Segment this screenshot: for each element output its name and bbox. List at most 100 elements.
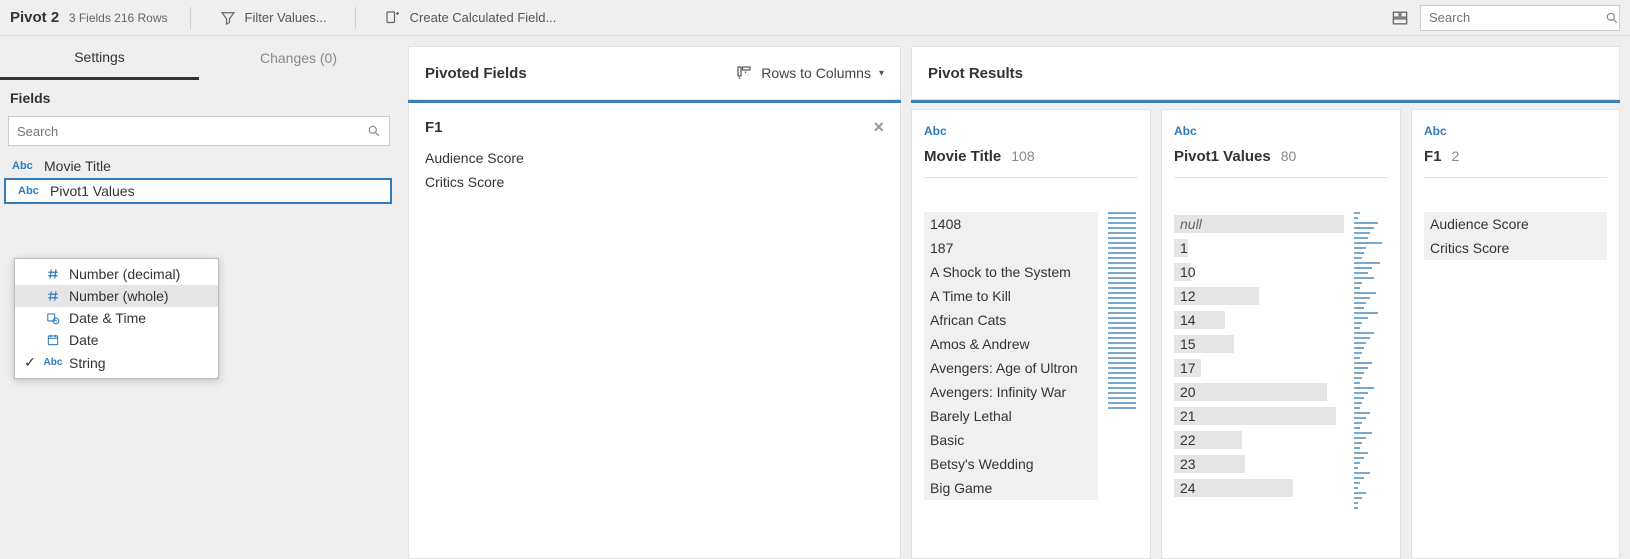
card-type-abc: Abc xyxy=(1174,124,1388,138)
value-bar[interactable]: 15 xyxy=(1174,332,1344,356)
value-bar[interactable]: 24 xyxy=(1174,476,1344,500)
result-card-f1[interactable]: Abc F1 2 Audience ScoreCritics Score xyxy=(1411,109,1620,559)
fields-search[interactable] xyxy=(8,116,390,146)
number-icon xyxy=(45,288,61,304)
field-row[interactable]: Abc Movie Title xyxy=(0,154,398,178)
value-item[interactable]: 187 xyxy=(924,236,1098,260)
pivot-direction-label: Rows to Columns xyxy=(761,65,871,81)
value-item[interactable]: Big Game xyxy=(924,476,1098,500)
result-card-movie-title[interactable]: Abc Movie Title 108 1408187A Shock to th… xyxy=(911,109,1151,559)
value-item[interactable]: Amos & Andrew xyxy=(924,332,1098,356)
card-count: 2 xyxy=(1452,148,1460,164)
create-calc-button[interactable]: Create Calculated Field... xyxy=(378,5,563,31)
datatype-option-label: Number (decimal) xyxy=(69,266,180,282)
pivot-field-value[interactable]: Audience Score xyxy=(425,146,884,170)
datatype-option-label: Date xyxy=(69,332,99,348)
value-bar[interactable]: 17 xyxy=(1174,356,1344,380)
datatype-option-date[interactable]: Date xyxy=(15,329,218,351)
close-icon[interactable]: × xyxy=(873,117,884,138)
search-icon xyxy=(1605,11,1619,25)
value-item[interactable]: Betsy's Wedding xyxy=(924,452,1098,476)
toolbar-separator xyxy=(355,7,356,29)
filter-values-button[interactable]: Filter Values... xyxy=(213,5,333,31)
check-icon: ✓ xyxy=(23,354,37,371)
card-divider xyxy=(1174,177,1388,178)
value-item[interactable]: Avengers: Infinity War xyxy=(924,380,1098,404)
chevron-down-icon: ▾ xyxy=(879,68,884,79)
value-item[interactable]: A Time to Kill xyxy=(924,284,1098,308)
toolbar-separator xyxy=(190,7,191,29)
card-divider xyxy=(924,177,1138,178)
value-bar[interactable]: 20 xyxy=(1174,380,1344,404)
datatype-option-label: String xyxy=(69,355,106,371)
datatype-option-datetime[interactable]: Date & Time xyxy=(15,307,218,329)
datetime-icon xyxy=(45,310,61,326)
pivot-direction-selector[interactable]: Rows to Columns ▾ xyxy=(735,64,884,82)
card-type-abc: Abc xyxy=(1424,124,1607,138)
card-count: 108 xyxy=(1011,148,1034,164)
global-search-input[interactable] xyxy=(1429,10,1605,25)
number-icon xyxy=(45,266,61,282)
value-bar[interactable]: 21 xyxy=(1174,404,1344,428)
filter-values-label: Filter Values... xyxy=(245,10,327,25)
value-bar[interactable]: 14 xyxy=(1174,308,1344,332)
type-abc-icon: Abc xyxy=(18,185,40,197)
sidebar: Settings Changes (0) Fields Abc Movie Ti… xyxy=(0,36,398,559)
pivot-field-value[interactable]: Critics Score xyxy=(425,170,884,194)
global-search[interactable] xyxy=(1420,5,1620,31)
card-divider xyxy=(1424,177,1607,178)
card-title: Movie Title xyxy=(924,148,1001,165)
fields-header: Fields xyxy=(0,80,398,112)
datatype-option-decimal[interactable]: Number (decimal) xyxy=(15,263,218,285)
value-item[interactable]: Critics Score xyxy=(1424,236,1607,260)
field-row-selected[interactable]: Abc Pivot1 Values xyxy=(4,178,392,204)
fields-search-input[interactable] xyxy=(17,124,367,139)
pivot-results-panel: Pivot Results Abc Movie Title 108 140818… xyxy=(911,46,1620,559)
string-icon: Abc xyxy=(45,355,61,371)
result-card-pivot1-values[interactable]: Abc Pivot1 Values 80 null110121415172021… xyxy=(1161,109,1401,559)
filter-icon xyxy=(219,9,237,27)
tab-changes[interactable]: Changes (0) xyxy=(199,36,398,80)
value-bar[interactable]: 22 xyxy=(1174,428,1344,452)
view-toggle-icon[interactable] xyxy=(1390,8,1410,28)
create-calc-label: Create Calculated Field... xyxy=(410,10,557,25)
field-label: Movie Title xyxy=(44,158,111,174)
value-item[interactable]: Avengers: Age of Ultron xyxy=(924,356,1098,380)
top-toolbar: Pivot 2 3 Fields 216 Rows Filter Values.… xyxy=(0,0,1630,36)
card-title: F1 xyxy=(1424,148,1442,165)
search-icon xyxy=(367,124,381,138)
pivoted-fields-panel: Pivoted Fields Rows to Columns ▾ F1 × Au… xyxy=(408,46,901,559)
pivot-field-group[interactable]: F1 × xyxy=(425,117,884,146)
value-item[interactable]: A Shock to the System xyxy=(924,260,1098,284)
card-count: 80 xyxy=(1281,148,1297,164)
field-label: Pivot1 Values xyxy=(50,183,135,199)
type-abc-icon: Abc xyxy=(12,160,34,172)
sidebar-tabs: Settings Changes (0) xyxy=(0,36,398,80)
value-bar[interactable]: 23 xyxy=(1174,452,1344,476)
pivot-direction-icon xyxy=(735,64,753,82)
value-item[interactable]: Audience Score xyxy=(1424,212,1607,236)
datatype-menu[interactable]: Number (decimal) Number (whole) Date & T… xyxy=(14,258,219,379)
value-item[interactable]: 1408 xyxy=(924,212,1098,236)
value-bar[interactable]: 12 xyxy=(1174,284,1344,308)
pivot-results-title: Pivot Results xyxy=(928,65,1603,82)
value-bar[interactable]: 10 xyxy=(1174,260,1344,284)
value-bar[interactable]: 1 xyxy=(1174,236,1344,260)
accent-bar xyxy=(911,100,1620,103)
value-bar[interactable]: null xyxy=(1174,212,1344,236)
value-item[interactable]: Basic xyxy=(924,428,1098,452)
datatype-option-string[interactable]: ✓ Abc String xyxy=(15,351,218,374)
value-item[interactable]: African Cats xyxy=(924,308,1098,332)
pivoted-fields-title: Pivoted Fields xyxy=(425,65,735,82)
card-value-list: 1408187A Shock to the SystemA Time to Ki… xyxy=(924,212,1098,548)
tab-settings[interactable]: Settings xyxy=(0,36,199,80)
value-item[interactable]: Barely Lethal xyxy=(924,404,1098,428)
datatype-option-label: Number (whole) xyxy=(69,288,169,304)
datatype-option-label: Date & Time xyxy=(69,310,146,326)
card-distribution-bars xyxy=(1108,212,1138,548)
step-title: Pivot 2 xyxy=(10,9,59,26)
step-meta: 3 Fields 216 Rows xyxy=(69,11,168,25)
card-type-abc: Abc xyxy=(924,124,1138,138)
datatype-option-whole[interactable]: Number (whole) xyxy=(15,285,218,307)
card-title: Pivot1 Values xyxy=(1174,148,1271,165)
